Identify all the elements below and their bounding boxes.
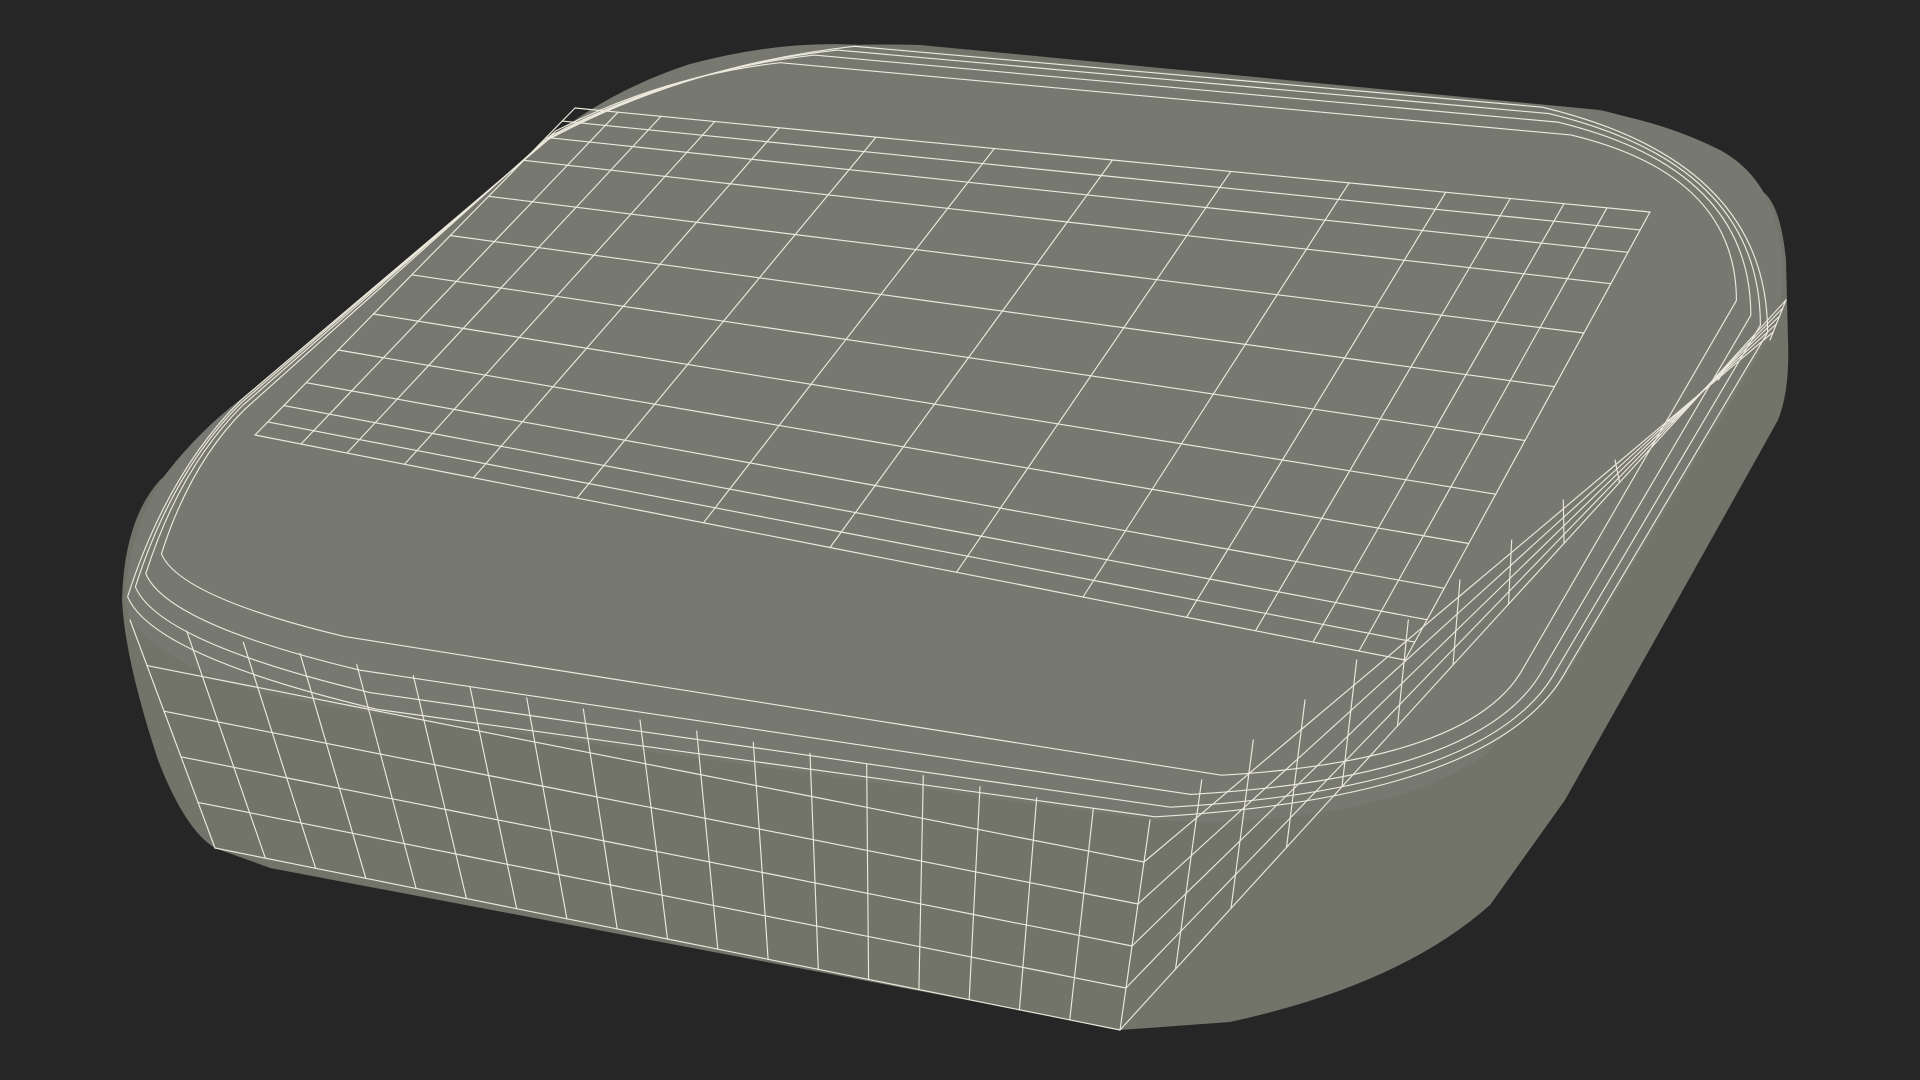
wire-side-26 [1562, 499, 1565, 544]
wireframe-render [122, 44, 1789, 1031]
render-viewport [0, 0, 1920, 1080]
